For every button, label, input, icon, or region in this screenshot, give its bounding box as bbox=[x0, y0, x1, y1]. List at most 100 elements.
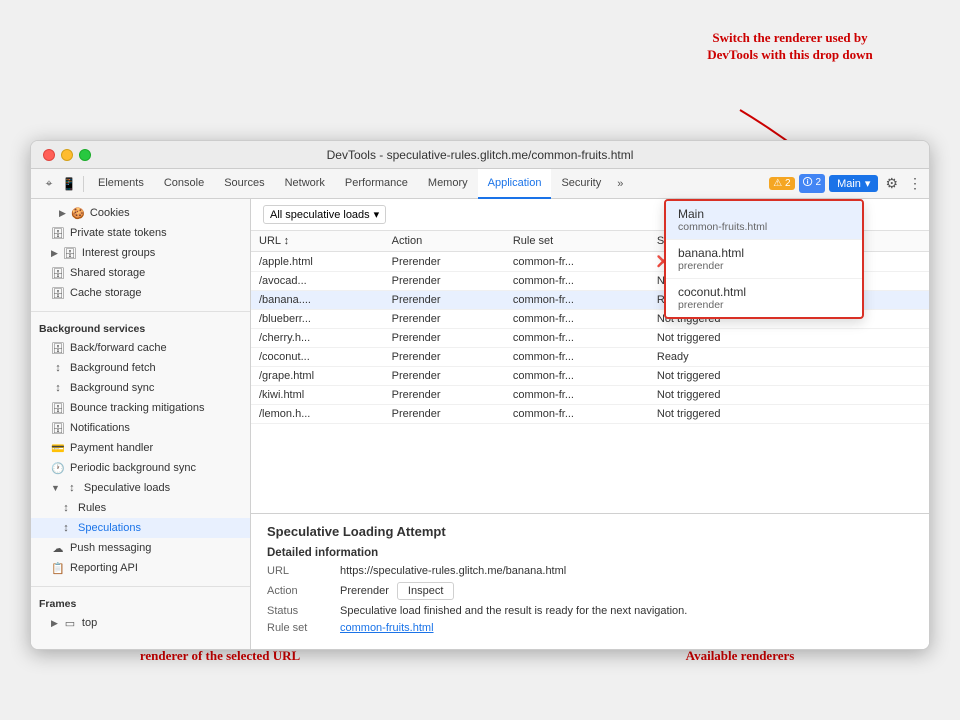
sidebar-item-shared-storage[interactable]: 🗄 Shared storage bbox=[31, 263, 250, 283]
filter-label: All speculative loads bbox=[270, 209, 370, 221]
tab-sources[interactable]: Sources bbox=[214, 169, 274, 199]
expand-arrow-spec: ▼ bbox=[51, 483, 60, 493]
filter-arrow: ▾ bbox=[374, 208, 380, 221]
cell-action: Prerender bbox=[384, 367, 505, 386]
cell-status: Ready bbox=[649, 348, 929, 367]
sidebar-item-cookies[interactable]: ▶ 🍪 Cookies bbox=[31, 203, 250, 223]
detail-url-row: URL https://speculative-rules.glitch.me/… bbox=[267, 565, 913, 577]
sidebar-label-speculations: Speculations bbox=[78, 522, 141, 534]
warning-badge[interactable]: ⚠ 2 bbox=[769, 177, 794, 190]
sidebar-label-rules: Rules bbox=[78, 502, 106, 514]
minimize-button[interactable] bbox=[61, 149, 73, 161]
cell-ruleset: common-fr... bbox=[505, 405, 649, 424]
sidebar-label-pst: Private state tokens bbox=[70, 227, 167, 239]
detail-status-row: Status Speculative load finished and the… bbox=[267, 605, 913, 617]
sidebar-item-bg-sync[interactable]: ↕ Background sync bbox=[31, 378, 250, 398]
sidebar-item-reporting-api[interactable]: 📋 Reporting API bbox=[31, 558, 250, 578]
cell-ruleset: common-fr... bbox=[505, 348, 649, 367]
db-icon-pst: 🗄 bbox=[51, 227, 65, 240]
detail-title: Speculative Loading Attempt bbox=[267, 524, 913, 539]
sidebar-item-cache-storage[interactable]: 🗄 Cache storage bbox=[31, 283, 250, 303]
tab-memory[interactable]: Memory bbox=[418, 169, 478, 199]
frames-section: Frames ▶ ▭ top bbox=[31, 591, 250, 637]
maximize-button[interactable] bbox=[79, 149, 91, 161]
bg-fetch-icon: ↕ bbox=[51, 362, 65, 374]
renderer-popup: Main common-fruits.html banana.html prer… bbox=[664, 199, 864, 319]
expand-arrow-ig: ▶ bbox=[51, 248, 58, 259]
renderer-item-main[interactable]: Main common-fruits.html bbox=[666, 201, 862, 240]
detail-panel: Speculative Loading Attempt Detailed inf… bbox=[251, 513, 929, 649]
renderer-banana-sub: prerender bbox=[678, 260, 850, 272]
renderer-dropdown[interactable]: Main ▾ bbox=[829, 175, 878, 192]
periodic-icon: 🕐 bbox=[51, 462, 65, 475]
annotation-bottom-right: Available renderers bbox=[650, 648, 830, 665]
gear-icon[interactable]: ⚙ bbox=[882, 175, 901, 192]
inspect-button[interactable]: Inspect bbox=[397, 582, 454, 600]
tab-elements[interactable]: Elements bbox=[88, 169, 154, 199]
tab-console[interactable]: Console bbox=[154, 169, 214, 199]
cell-url: /cherry.h... bbox=[251, 329, 384, 348]
sidebar-item-speculative-loads[interactable]: ▼ ↕ Speculative loads bbox=[31, 478, 250, 498]
tab-network[interactable]: Network bbox=[275, 169, 335, 199]
col-ruleset: Rule set bbox=[505, 231, 649, 252]
tab-overflow[interactable]: » bbox=[611, 178, 629, 190]
sidebar-item-top[interactable]: ▶ ▭ top bbox=[31, 613, 250, 633]
cell-action: Prerender bbox=[384, 252, 505, 272]
sidebar-item-private-state-tokens[interactable]: 🗄 Private state tokens bbox=[31, 223, 250, 243]
sidebar-item-periodic-sync[interactable]: 🕐 Periodic background sync bbox=[31, 458, 250, 478]
tab-application[interactable]: Application bbox=[478, 169, 552, 199]
sidebar-item-bg-fetch[interactable]: ↕ Background fetch bbox=[31, 358, 250, 378]
table-row[interactable]: /grape.htmlPrerendercommon-fr...Not trig… bbox=[251, 367, 929, 386]
cell-action: Prerender bbox=[384, 272, 505, 291]
window-title: DevTools - speculative-rules.glitch.me/c… bbox=[327, 148, 634, 162]
table-row[interactable]: /lemon.h...Prerendercommon-fr...Not trig… bbox=[251, 405, 929, 424]
sidebar-item-bfcache[interactable]: 🗄 Back/forward cache bbox=[31, 338, 250, 358]
cell-ruleset: common-fr... bbox=[505, 310, 649, 329]
expand-arrow-top: ▶ bbox=[51, 618, 58, 629]
push-icon: ☁ bbox=[51, 542, 65, 555]
bg-sync-icon: ↕ bbox=[51, 382, 65, 394]
storage-section: ▶ 🍪 Cookies 🗄 Private state tokens ▶ 🗄 I… bbox=[31, 199, 250, 307]
cell-ruleset: common-fr... bbox=[505, 272, 649, 291]
more-options-icon[interactable]: ⋮ bbox=[905, 175, 925, 192]
cell-ruleset: common-fr... bbox=[505, 252, 649, 272]
info-badge[interactable]: 🛈 2 bbox=[799, 174, 826, 193]
renderer-label: Main bbox=[837, 178, 861, 190]
cell-url: /blueberr... bbox=[251, 310, 384, 329]
cell-url: /banana.... bbox=[251, 291, 384, 310]
tab-performance[interactable]: Performance bbox=[335, 169, 418, 199]
cursor-icon[interactable]: ⌖ bbox=[41, 176, 57, 192]
sidebar-label-ig: Interest groups bbox=[82, 247, 155, 259]
sidebar-item-speculations[interactable]: ↕ Speculations bbox=[31, 518, 250, 538]
mobile-icon[interactable]: 📱 bbox=[61, 176, 77, 192]
sidebar-item-notifications[interactable]: 🗄 Notifications bbox=[31, 418, 250, 438]
table-row[interactable]: /cherry.h...Prerendercommon-fr...Not tri… bbox=[251, 329, 929, 348]
cell-ruleset: common-fr... bbox=[505, 329, 649, 348]
renderer-coconut-name: coconut.html bbox=[678, 285, 850, 299]
ruleset-label: Rule set bbox=[267, 622, 332, 634]
sidebar-label-bounce: Bounce tracking mitigations bbox=[70, 402, 205, 414]
tab-security[interactable]: Security bbox=[551, 169, 611, 199]
sidebar-item-payment-handler[interactable]: 💳 Payment handler bbox=[31, 438, 250, 458]
table-row[interactable]: /coconut...Prerendercommon-fr...Ready bbox=[251, 348, 929, 367]
cell-status: Not triggered bbox=[649, 329, 929, 348]
renderer-item-banana[interactable]: banana.html prerender bbox=[666, 240, 862, 279]
sidebar-item-bounce-tracking[interactable]: 🗄 Bounce tracking mitigations bbox=[31, 398, 250, 418]
renderer-item-coconut[interactable]: coconut.html prerender bbox=[666, 279, 862, 317]
table-row[interactable]: /kiwi.htmlPrerendercommon-fr...Not trigg… bbox=[251, 386, 929, 405]
cell-url: /lemon.h... bbox=[251, 405, 384, 424]
cell-url: /avocad... bbox=[251, 272, 384, 291]
cell-url: /coconut... bbox=[251, 348, 384, 367]
url-value: https://speculative-rules.glitch.me/bana… bbox=[340, 565, 566, 577]
sidebar-item-interest-groups[interactable]: ▶ 🗄 Interest groups bbox=[31, 243, 250, 263]
sidebar-item-rules[interactable]: ↕ Rules bbox=[31, 498, 250, 518]
renderer-coconut-sub: prerender bbox=[678, 299, 850, 311]
filter-dropdown[interactable]: All speculative loads ▾ bbox=[263, 205, 386, 224]
close-button[interactable] bbox=[43, 149, 55, 161]
ruleset-value[interactable]: common-fruits.html bbox=[340, 622, 434, 634]
cell-ruleset: common-fr... bbox=[505, 386, 649, 405]
sidebar-item-push-messaging[interactable]: ☁ Push messaging bbox=[31, 538, 250, 558]
cell-action: Prerender bbox=[384, 348, 505, 367]
sidebar-label-bfcache: Back/forward cache bbox=[70, 342, 167, 354]
cell-action: Prerender bbox=[384, 405, 505, 424]
